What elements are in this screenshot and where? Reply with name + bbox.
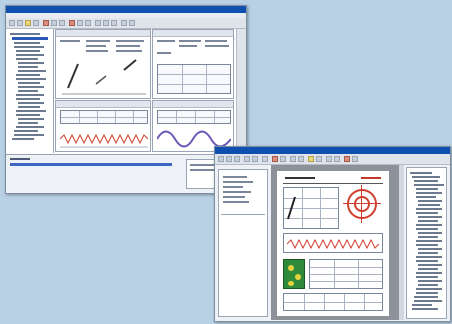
output-panel: [6, 154, 246, 193]
toolbar-button[interactable]: [218, 156, 224, 162]
toolbar-button[interactable]: [326, 156, 332, 162]
results-table: [309, 259, 383, 289]
toolbar-button[interactable]: [290, 156, 296, 162]
toolbar-button[interactable]: [316, 156, 322, 162]
toolbar-button[interactable]: [121, 20, 127, 26]
toolbar-button[interactable]: [262, 156, 268, 162]
toolbar-button[interactable]: [59, 20, 65, 26]
parameter-panel: [152, 29, 234, 99]
toolbar-button[interactable]: [252, 156, 258, 162]
toolbar-button[interactable]: [9, 20, 15, 26]
vector-diagram: [287, 196, 296, 220]
right-scrollbar[interactable]: [236, 29, 246, 153]
toolbar-button[interactable]: [77, 20, 83, 26]
toolbar-button[interactable]: [308, 156, 314, 162]
toolbar-button[interactable]: [103, 20, 109, 26]
sine-panel: [152, 100, 234, 152]
toolbar-button[interactable]: [17, 20, 23, 26]
toolbar-button[interactable]: [298, 156, 304, 162]
toolbar-button[interactable]: [344, 156, 350, 162]
toolbar-button[interactable]: [280, 156, 286, 162]
data-table: [60, 110, 148, 124]
target-inner-ring: [354, 196, 370, 212]
preview-scrollbar[interactable]: [399, 165, 404, 320]
toolbar-button[interactable]: [226, 156, 232, 162]
toolbar-button[interactable]: [234, 156, 240, 162]
structure-tree[interactable]: [406, 167, 447, 319]
toolbar-button[interactable]: [111, 20, 117, 26]
window-controls[interactable]: [230, 7, 244, 41]
toolbar: [6, 18, 246, 29]
toolbar-button[interactable]: [244, 156, 250, 162]
vector-diagram: [62, 59, 146, 95]
properties-pane[interactable]: [218, 169, 268, 317]
waveform-plot: [60, 133, 148, 148]
toolbar-button[interactable]: [51, 20, 57, 26]
title-bar: [215, 147, 450, 182]
device-image: [283, 259, 305, 289]
toolbar: [215, 154, 450, 165]
waveform-plot: [287, 238, 379, 250]
folder-icon[interactable]: [25, 20, 31, 26]
toolbar-button[interactable]: [334, 156, 340, 162]
toolbar-button[interactable]: [129, 20, 135, 26]
waveform-panel: [55, 100, 151, 152]
data-table: [157, 110, 231, 124]
toolbar-button[interactable]: [33, 20, 39, 26]
parameter-table: [157, 64, 231, 94]
window-controls[interactable]: [434, 148, 448, 182]
title-bar: [6, 6, 246, 41]
report-page: [277, 171, 389, 316]
progress-bar: [10, 163, 172, 166]
toolbar-button[interactable]: [43, 20, 49, 26]
application-screenshot-2: [214, 146, 451, 322]
application-screenshot-1: [5, 5, 247, 194]
toolbar-button[interactable]: [85, 20, 91, 26]
measurement-panel: [55, 29, 151, 99]
toolbar-button[interactable]: [95, 20, 101, 26]
project-tree[interactable]: [7, 29, 54, 153]
toolbar-button[interactable]: [352, 156, 358, 162]
toolbar-button[interactable]: [69, 20, 75, 26]
summary-table: [283, 293, 383, 311]
toolbar-button[interactable]: [272, 156, 278, 162]
